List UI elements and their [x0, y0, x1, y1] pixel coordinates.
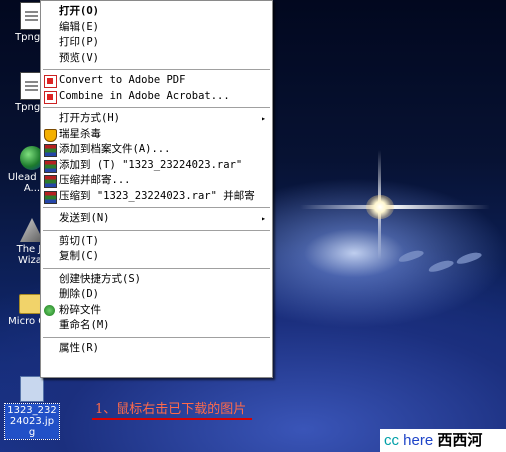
lens-flare-core — [366, 195, 394, 219]
watermark-here: here — [403, 432, 434, 449]
shred-icon — [44, 304, 55, 316]
menu-item-convert-pdf[interactable]: Convert to Adobe PDF — [41, 73, 272, 89]
menu-item-send-to[interactable]: 发送到(N) ▸ — [41, 211, 272, 227]
menu-item-cut[interactable]: 剪切(T) — [41, 234, 272, 250]
site-watermark: cc here 西西河 — [380, 429, 506, 452]
pdf-icon — [44, 75, 57, 88]
desktop-icon-selected-jpg[interactable]: 1323_232 24023.jp g — [2, 376, 62, 440]
menu-item-copy[interactable]: 复制(C) — [41, 249, 272, 265]
context-menu: 打开(O) 编辑(E) 打印(P) 预览(V) Convert to Adobe… — [40, 0, 273, 378]
menu-item-open-with[interactable]: 打开方式(H) ▸ — [41, 111, 272, 127]
watermark-xixihe: 西西河 — [437, 432, 483, 449]
rar-icon — [44, 144, 57, 157]
menu-item-create-shortcut[interactable]: 创建快捷方式(S) — [41, 272, 272, 288]
menu-separator — [43, 336, 270, 338]
menu-separator — [43, 69, 270, 70]
menu-item-combine-acrobat[interactable]: Combine in Adobe Acrobat... — [41, 89, 272, 105]
menu-item-print[interactable]: 打印(P) — [41, 35, 272, 51]
submenu-arrow-icon: ▸ — [261, 214, 266, 223]
desktop-icon-label: 1323_232 24023.jp g — [4, 403, 60, 440]
rar-icon — [44, 190, 57, 204]
menu-item-compress-rar-email[interactable]: 压缩到 "1323_23224023.rar" 并邮寄 — [41, 189, 272, 205]
menu-item-rename[interactable]: 重命名(M) — [41, 318, 272, 334]
menu-item-edit[interactable]: 编辑(E) — [41, 20, 272, 36]
antivirus-icon — [44, 128, 57, 142]
menu-separator — [43, 267, 270, 269]
menu-item-rising-antivirus[interactable]: 瑞星杀毒 — [41, 127, 272, 143]
pdf-icon — [44, 90, 57, 104]
menu-separator — [43, 207, 270, 208]
submenu-arrow-icon: ▸ — [261, 114, 266, 123]
instruction-caption: 1、鼠标右击已下载的图片 — [95, 402, 247, 417]
menu-item-add-to-rar[interactable]: 添加到 (T) "1323_23224023.rar" — [41, 158, 272, 174]
dolphin-shape — [427, 258, 455, 274]
menu-item-add-to-archive[interactable]: 添加到档案文件(A)... — [41, 142, 272, 158]
dolphin-shape — [455, 250, 483, 266]
lens-flare-horizontal — [300, 205, 490, 209]
dolphin-shape — [397, 248, 425, 264]
menu-item-preview[interactable]: 预览(V) — [41, 51, 272, 67]
caption-underline — [92, 418, 252, 420]
menu-item-shred-file[interactable]: 粉碎文件 — [41, 303, 272, 319]
watermark-cc: cc — [384, 432, 399, 449]
menu-item-open[interactable]: 打开(O) — [41, 4, 272, 20]
rar-icon — [44, 159, 57, 173]
rar-icon — [44, 175, 57, 188]
jpg-file-icon — [20, 376, 44, 402]
menu-item-properties[interactable]: 属性(R) — [41, 341, 272, 357]
menu-item-compress-email[interactable]: 压缩并邮寄... — [41, 173, 272, 189]
menu-separator — [43, 229, 270, 231]
menu-item-delete[interactable]: 删除(D) — [41, 287, 272, 303]
menu-separator — [43, 107, 270, 108]
